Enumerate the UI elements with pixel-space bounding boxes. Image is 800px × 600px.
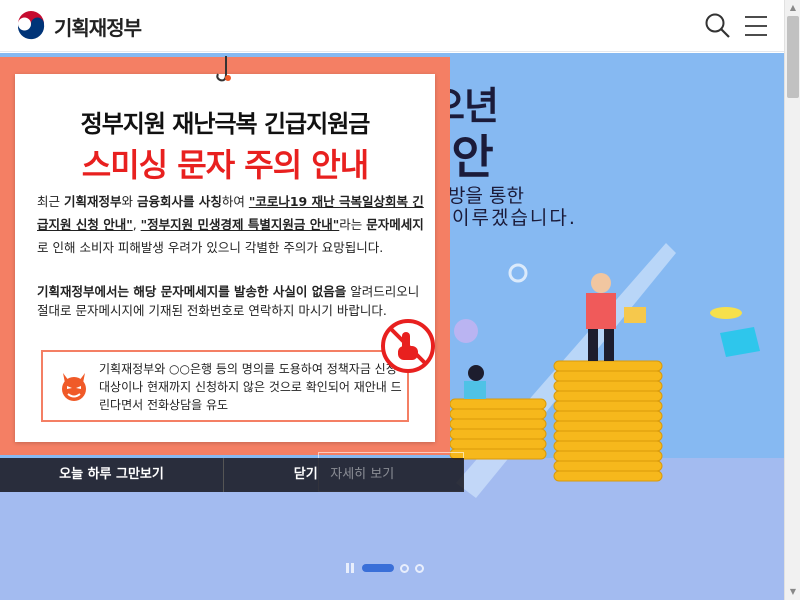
slide-indicator[interactable]	[415, 563, 424, 573]
smishing-popup: 정부지원 재난극복 긴급지원금 스미싱 문자 주의 안내 최근 기획재정부와 금…	[15, 74, 435, 442]
pause-button[interactable]	[346, 563, 356, 573]
hide-today-button[interactable]: 오늘 하루 그만보기	[0, 458, 224, 492]
scroll-thumb[interactable]	[787, 16, 799, 98]
popup-title-line1: 정부지원 재난극복 긴급지원금	[80, 110, 371, 138]
taegeuk-logo-icon	[15, 10, 47, 42]
menu-button[interactable]	[744, 14, 768, 38]
slider-controls	[346, 563, 424, 573]
page-scrollbar[interactable]: ▲ ▼	[784, 0, 800, 600]
popup-action-bar: 오늘 하루 그만보기 닫기 자세히 보기	[0, 458, 464, 492]
search-icon	[705, 13, 730, 38]
warning-box: 기획재정부와 ○○은행 등의 명의를 도용하여 정책자금 신청대상이나 현재까지…	[41, 350, 409, 422]
hamburger-menu-icon	[745, 16, 767, 36]
logo-text: 기획재정부	[54, 15, 142, 40]
no-touch-icon	[381, 319, 435, 373]
slide-indicator-active[interactable]	[362, 564, 394, 572]
devil-icon	[62, 373, 86, 401]
popup-title-line2: 스미싱 문자 주의 안내	[81, 146, 369, 184]
coin-stacks-illustration	[449, 243, 760, 498]
scroll-down-arrow-icon[interactable]: ▼	[788, 587, 798, 597]
detail-label: 자세히 보기	[330, 467, 395, 482]
search-button[interactable]	[704, 12, 732, 40]
popup-paragraph-2: 기획재정부에서는 해당 문자메세지를 발송한 사실이 없음을 알려드리오니 절대…	[37, 284, 420, 318]
close-popup-button[interactable]: 닫기 자세히 보기	[224, 458, 464, 492]
warning-text: 기획재정부와 ○○은행 등의 명의를 도용하여 정책자금 신청대상이나 현재까지…	[99, 362, 402, 412]
scroll-up-arrow-icon[interactable]: ▲	[788, 3, 798, 13]
site-header: 기획재정부	[0, 0, 784, 52]
slide-indicator[interactable]	[400, 563, 409, 573]
site-logo[interactable]: 기획재정부	[14, 9, 142, 43]
close-label: 닫기	[293, 467, 318, 482]
popup-paragraph-1: 최근 기획재정부와 금융회사를 사칭하여 "코로나19 재난 극복일상회복 긴급…	[37, 194, 424, 255]
hook-icon	[216, 56, 231, 82]
